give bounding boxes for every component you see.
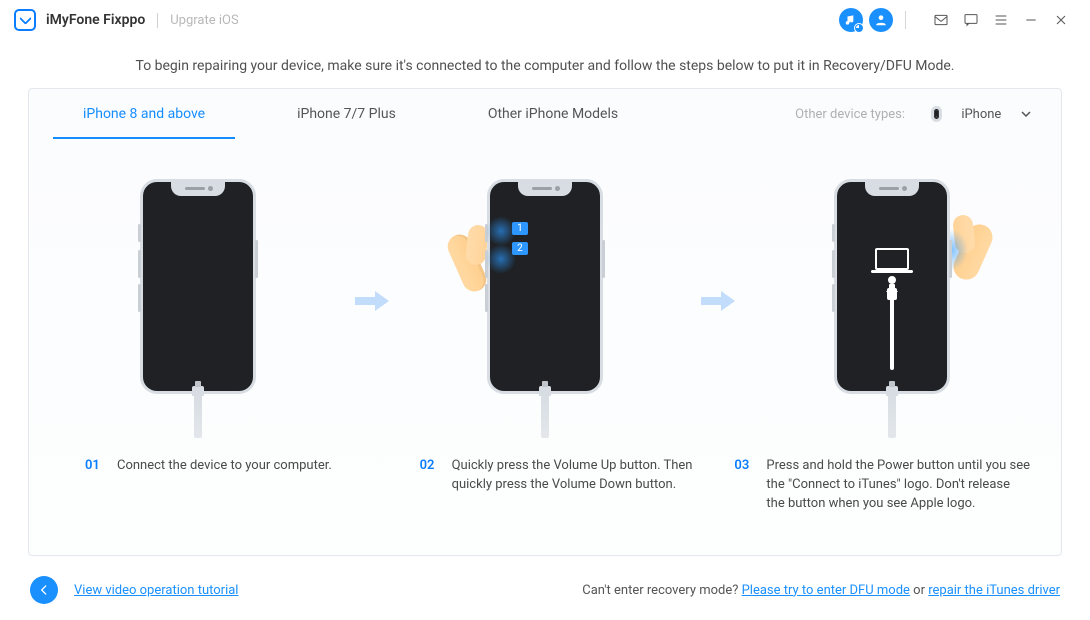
itunes-status-icon[interactable] — [839, 8, 863, 32]
main-panel: iPhone 8 and above iPhone 7/7 Plus Other… — [28, 88, 1062, 556]
footer: View video operation tutorial Can't ente… — [0, 560, 1090, 620]
step-1 — [53, 179, 343, 439]
app-logo-icon — [14, 9, 36, 31]
breadcrumb: Upgrate iOS — [170, 13, 238, 28]
feedback-icon[interactable] — [956, 6, 986, 34]
step-text: Press and hold the Power button until yo… — [766, 457, 1031, 514]
volume-badge-1: 1 — [512, 222, 528, 235]
cable-icon — [541, 394, 549, 438]
tab-other-iphone[interactable]: Other iPhone Models — [458, 89, 648, 139]
account-icon[interactable] — [869, 8, 893, 32]
footer-text: or — [913, 583, 928, 598]
phone-illustration — [834, 179, 950, 394]
footer-text: Can't enter recovery mode? — [582, 583, 741, 598]
step-number: 02 — [420, 457, 440, 514]
device-type-select[interactable]: iPhone — [915, 102, 1035, 126]
close-button[interactable] — [1046, 6, 1076, 34]
back-button[interactable] — [30, 576, 58, 604]
title-bar: iMyFone Fixppo Upgrate iOS — [0, 0, 1090, 40]
arrow-icon — [352, 289, 392, 313]
divider — [905, 11, 906, 29]
step-2: 1 2 — [400, 179, 690, 439]
tab-iphone8[interactable]: iPhone 8 and above — [53, 89, 235, 139]
divider — [157, 13, 158, 28]
phone-illustration: 1 2 — [487, 179, 603, 394]
instruction-text: To begin repairing your device, make sur… — [0, 40, 1090, 88]
tab-iphone7[interactable]: iPhone 7/7 Plus — [267, 89, 426, 139]
step-3 — [747, 179, 1037, 439]
cable-icon — [888, 394, 896, 438]
menu-icon[interactable] — [986, 6, 1016, 34]
step-number: 01 — [85, 457, 105, 514]
mail-icon[interactable] — [926, 6, 956, 34]
caption-3: 03 Press and hold the Power button until… — [734, 457, 1031, 514]
connect-itunes-icon — [847, 196, 937, 381]
caption-2: 02 Quickly press the Volume Up button. T… — [420, 457, 697, 514]
minimize-button[interactable] — [1016, 6, 1046, 34]
repair-driver-link[interactable]: repair the iTunes driver — [928, 583, 1060, 598]
step-number: 03 — [734, 457, 754, 514]
steps-row: 1 2 — [29, 139, 1061, 449]
video-tutorial-link[interactable]: View video operation tutorial — [74, 583, 238, 598]
volume-badge-2: 2 — [512, 242, 528, 255]
app-name: iMyFone Fixppo — [46, 12, 145, 28]
arrow-icon — [698, 289, 738, 313]
dfu-mode-link[interactable]: Please try to enter DFU mode — [742, 583, 910, 598]
device-type-value: iPhone — [961, 107, 1001, 122]
step-text: Quickly press the Volume Up button. Then… — [452, 457, 697, 514]
phone-illustration — [140, 179, 256, 394]
step-text: Connect the device to your computer. — [117, 457, 332, 514]
other-device-label: Other device types: — [795, 107, 905, 122]
cable-icon — [194, 394, 202, 438]
tabs-row: iPhone 8 and above iPhone 7/7 Plus Other… — [29, 89, 1061, 139]
captions-row: 01 Connect the device to your computer. … — [29, 449, 1061, 514]
caption-1: 01 Connect the device to your computer. — [85, 457, 382, 514]
